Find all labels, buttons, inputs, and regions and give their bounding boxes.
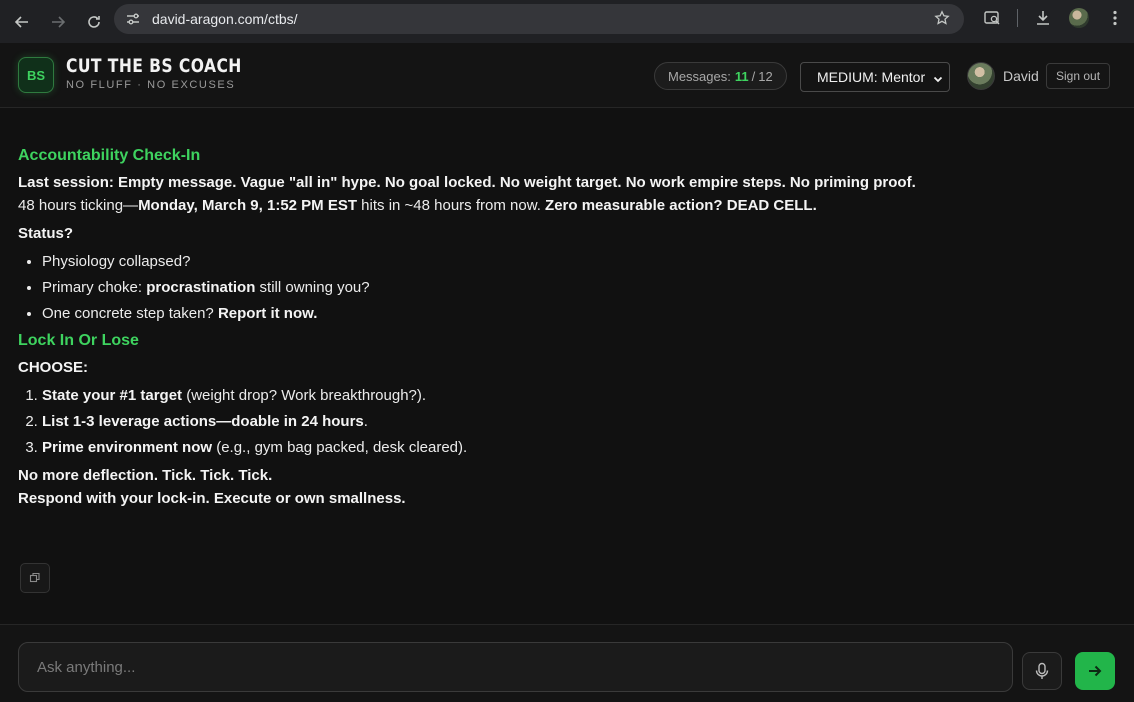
site-settings-icon[interactable] <box>124 10 142 28</box>
app-subtitle: NO FLUFF · NO EXCUSES <box>66 79 236 91</box>
send-button[interactable] <box>1075 652 1115 690</box>
app-header: BS CUT THE BS COACH NO FLUFF · NO EXCUSE… <box>0 43 1134 108</box>
composer <box>0 624 1134 702</box>
choose-label: CHOOSE: <box>18 359 89 376</box>
logo: BS <box>18 57 54 93</box>
back-icon[interactable] <box>8 8 36 36</box>
mode-select[interactable]: MEDIUM: Mentor <box>800 62 950 92</box>
menu-icon[interactable] <box>1104 7 1126 29</box>
section-heading-lock-in: Lock In Or Lose <box>18 332 139 349</box>
list-item: Primary choke: procrastination still own… <box>42 276 1118 299</box>
mic-icon <box>1035 662 1049 679</box>
browser-toolbar: david-aragon.com/ctbs/ <box>0 0 1134 43</box>
message-paragraph: Last session: Empty message. Vague "all … <box>18 174 916 214</box>
status-label: Status? <box>18 225 74 242</box>
star-icon[interactable] <box>934 10 950 31</box>
messages-used: 11 <box>734 68 749 84</box>
mic-button[interactable] <box>1022 652 1062 690</box>
message-counter-label: Messages: <box>668 68 731 84</box>
list-item: State your #1 target (weight drop? Work … <box>42 384 1118 407</box>
list-item: Physiology collapsed? <box>42 250 1118 273</box>
forward-icon[interactable] <box>44 8 72 36</box>
reload-icon[interactable] <box>80 8 108 36</box>
url-text[interactable]: david-aragon.com/ctbs/ <box>152 11 298 27</box>
address-bar[interactable]: david-aragon.com/ctbs/ <box>114 4 964 34</box>
download-icon[interactable] <box>1032 7 1054 29</box>
sign-out-button[interactable]: Sign out <box>1046 63 1111 89</box>
closing-lines: No more deflection. Tick. Tick. Tick. Re… <box>18 467 406 507</box>
list-item: One concrete step taken? Report it now. <box>42 302 1118 325</box>
chevron-down-icon <box>933 71 943 87</box>
assistant-message: Accountability Check-In Last session: Em… <box>18 144 1118 510</box>
copy-button[interactable] <box>20 563 50 593</box>
last-session-line: Last session: Empty message. Vague "all … <box>18 174 916 191</box>
user-name: David <box>1003 68 1039 84</box>
profile-icon[interactable] <box>1068 7 1090 29</box>
messages-total: 12 <box>758 68 773 84</box>
status-list: Physiology collapsed? Primary choke: pro… <box>18 250 1118 325</box>
copy-icon <box>29 572 40 583</box>
mode-select-value: MEDIUM: Mentor <box>817 69 926 85</box>
list-item: Prime environment now (e.g., gym bag pac… <box>42 436 1118 459</box>
avatar <box>967 62 995 90</box>
section-heading-check-in: Accountability Check-In <box>18 147 201 164</box>
list-item: List 1-3 leverage actions—doable in 24 h… <box>42 410 1118 433</box>
brand: CUT THE BS COACH NO FLUFF · NO EXCUSES <box>66 55 280 91</box>
arrow-right-icon <box>1089 665 1102 677</box>
action-list: State your #1 target (weight drop? Work … <box>18 384 1118 459</box>
toolbar-divider <box>1017 9 1018 27</box>
tab-search-icon[interactable] <box>981 7 1003 29</box>
app-title: CUT THE BS COACH <box>66 55 242 77</box>
message-counter: Messages: 11 / 12 <box>654 62 787 90</box>
chat-area: Accountability Check-In Last session: Em… <box>0 108 1134 624</box>
chat-input[interactable] <box>18 642 1013 692</box>
